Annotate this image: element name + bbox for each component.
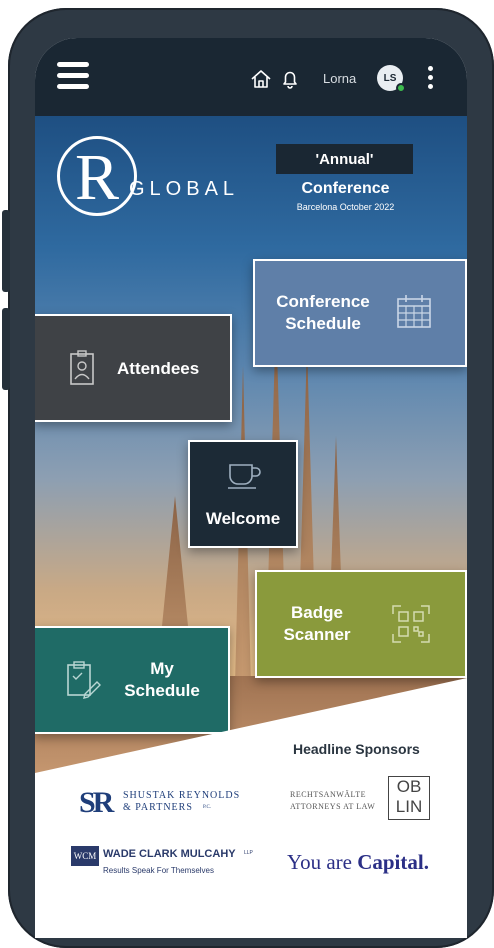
phone-side-button [2,308,10,390]
annual-badge: 'Annual' [276,144,413,174]
my-schedule-tile[interactable]: My Schedule [35,626,230,734]
tile-label: Conference [276,292,370,311]
sponsor-text: You are [287,850,358,874]
more-options-icon[interactable] [428,66,434,90]
tile-label: Schedule [124,681,200,700]
sponsor-text: RECHTSANWÄLTE [290,790,366,799]
qr-code-icon [392,605,430,643]
menu-icon[interactable] [57,62,89,90]
sponsor-text: WADE CLARK MULCAHY [103,848,236,860]
sponsor-text: ATTORNEYS AT LAW [290,802,376,811]
sponsor-text: P.C. [203,805,212,810]
sponsor-mark: SR [79,786,114,819]
sponsor-text: Capital. [357,850,429,874]
conference-schedule-tile[interactable]: Conference Schedule [253,259,467,367]
phone-side-button [2,210,10,292]
sponsors-title: Headline Sponsors [293,741,420,757]
conference-subtitle: Barcelona October 2022 [296,202,395,212]
sponsor-mark: LIN [395,797,423,816]
conference-title: Conference [301,180,390,197]
clipboard-edit-icon [67,661,101,699]
sponsor-mark: OB [396,777,422,796]
user-name[interactable]: Lorna [323,71,356,86]
calendar-icon [397,295,431,328]
sponsor-text: Results Speak For Themselves [103,866,215,875]
tile-label: Welcome [205,509,281,528]
home-icon[interactable] [250,68,272,90]
sponsor-mark: WCM [71,846,99,866]
tile-label: Attendees [117,359,200,378]
rglobal-logo-word: GLOBAL [129,178,240,200]
online-status-dot [396,83,406,93]
coffee-cup-icon [228,464,261,489]
top-bar: Lorna LS [35,38,467,116]
rglobal-logo-letter: R [75,141,120,214]
app-screen: Lorna LS R GLOBAL 'Annual' Conference Ba… [35,38,467,938]
sponsor-text: LLP [244,850,253,856]
badge-scanner-tile[interactable]: Badge Scanner [255,570,467,678]
attendees-tile[interactable]: Attendees [35,314,232,422]
oblin-mark: OB LIN [388,776,430,820]
bell-icon[interactable] [279,68,301,90]
welcome-tile[interactable]: Welcome [188,440,298,548]
id-badge-icon [70,350,94,385]
sponsor-text: SHUSTAK REYNOLDS [123,790,241,801]
tile-label: Badge [291,603,343,622]
sponsor-text: & PARTNERS [123,802,193,813]
you-are-capital-logo[interactable]: You are Capital. [287,850,429,875]
tile-label: Scanner [283,625,351,644]
tile-label: Schedule [285,314,361,333]
tile-label: My [150,659,174,678]
